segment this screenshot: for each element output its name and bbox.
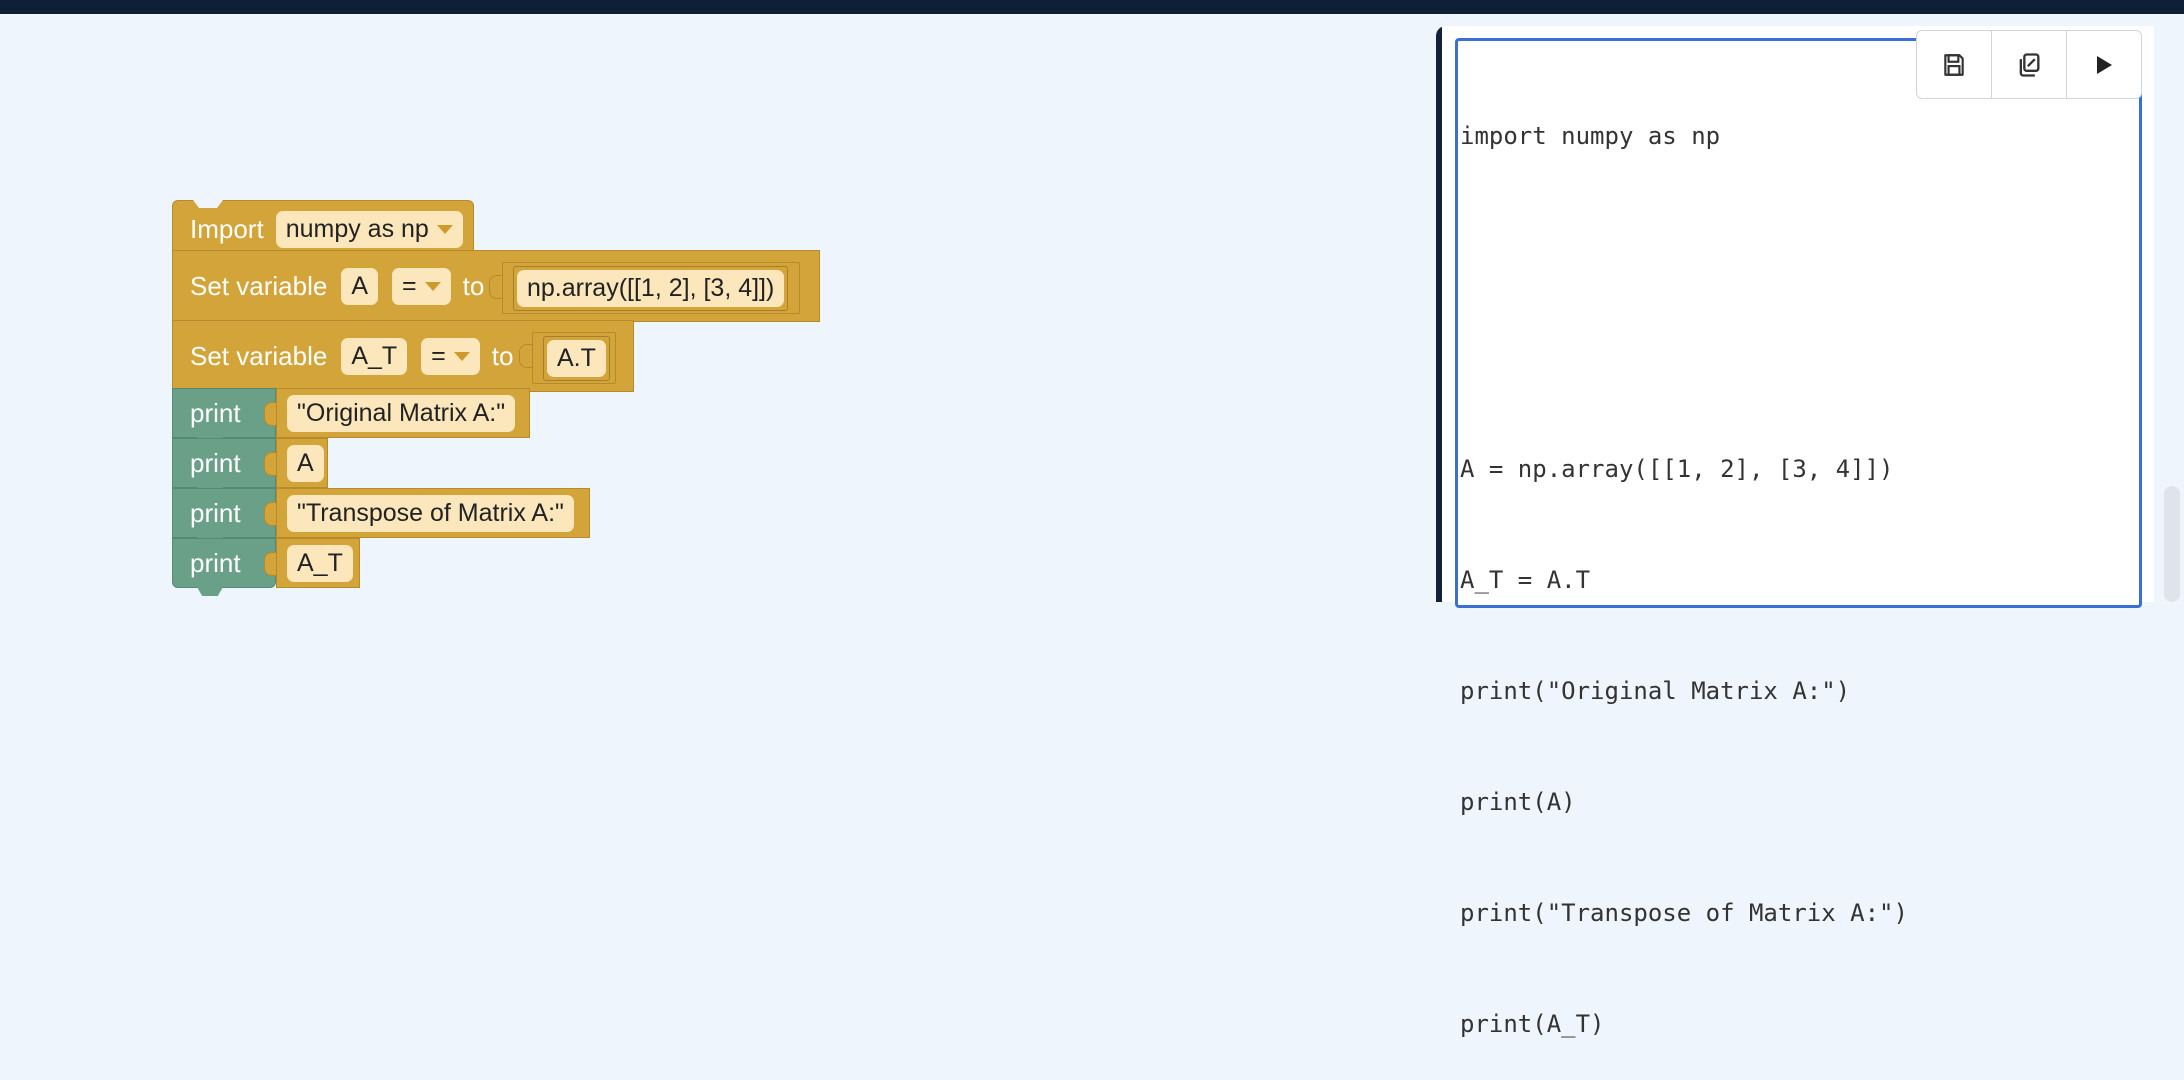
- code-line: import numpy as np: [1460, 122, 1721, 150]
- chevron-down-icon: [453, 351, 470, 361]
- operator-value: =: [431, 341, 446, 370]
- print-block[interactable]: print: [172, 488, 276, 546]
- top-bar: [0, 0, 2184, 14]
- value-socket-at[interactable]: A.T: [532, 332, 616, 384]
- copy-icon: [2019, 52, 2040, 77]
- print-value-socket[interactable]: A: [276, 438, 328, 488]
- print-label: print: [190, 497, 241, 528]
- variable-name-field[interactable]: A_T: [341, 337, 408, 375]
- code-line: A_T = A.T: [1460, 566, 1591, 594]
- import-label: Import: [190, 213, 264, 244]
- chevron-down-icon: [436, 224, 453, 234]
- code-line: print("Original Matrix A:"): [1460, 677, 1851, 705]
- set-variable-label: Set variable: [190, 340, 328, 371]
- copy-button[interactable]: [1992, 31, 2067, 98]
- operator-dropdown[interactable]: =: [421, 337, 480, 375]
- scrollbar[interactable]: [2164, 486, 2180, 602]
- print-value-socket[interactable]: "Original Matrix A:": [276, 388, 530, 438]
- variable-name-field[interactable]: A: [341, 267, 378, 305]
- code-line: print(A): [1460, 788, 1576, 816]
- print-block[interactable]: print: [172, 538, 276, 596]
- chevron-down-icon: [424, 281, 441, 291]
- array-value-field[interactable]: np.array([[1, 2], [3, 4]]): [517, 269, 785, 307]
- operator-dropdown[interactable]: =: [392, 267, 451, 305]
- value-socket-a[interactable]: np.array([[1, 2], [3, 4]]): [502, 262, 800, 314]
- print-label: print: [190, 397, 241, 428]
- print-label: print: [190, 547, 241, 578]
- to-label: to: [491, 340, 514, 371]
- print-block[interactable]: print: [172, 388, 276, 446]
- module-value: numpy as np: [285, 214, 429, 243]
- print-label: print: [190, 447, 241, 478]
- string-value-field[interactable]: "Original Matrix A:": [287, 394, 516, 432]
- to-label: to: [462, 270, 485, 301]
- operator-value: =: [402, 271, 417, 300]
- print-value-socket[interactable]: "Transpose of Matrix A:": [276, 488, 590, 538]
- run-icon: [2097, 55, 2112, 74]
- code-line: print("Transpose of Matrix A:"): [1460, 899, 1908, 927]
- save-icon: [1944, 53, 1964, 76]
- code-line: print(A_T): [1460, 1010, 1605, 1038]
- blocks-workspace[interactable]: Import numpy as np Set variable A = to n…: [0, 14, 1436, 602]
- save-button[interactable]: [1917, 31, 1992, 98]
- module-dropdown[interactable]: numpy as np: [275, 210, 463, 248]
- print-block[interactable]: print: [172, 438, 276, 496]
- print-value-socket[interactable]: A_T: [276, 538, 360, 588]
- run-button[interactable]: [2067, 31, 2141, 98]
- variable-value-field[interactable]: A: [287, 444, 324, 482]
- variable-value-field[interactable]: A_T: [287, 544, 353, 582]
- code-line: A = np.array([[1, 2], [3, 4]]): [1460, 455, 1894, 483]
- code-text[interactable]: import numpy as np A = np.array([[1, 2],…: [1460, 44, 1908, 1080]
- string-value-field[interactable]: "Transpose of Matrix A:": [287, 494, 574, 532]
- transpose-value-field[interactable]: A.T: [547, 339, 606, 377]
- editor-toolbar: [1916, 30, 2142, 99]
- set-variable-label: Set variable: [190, 270, 328, 301]
